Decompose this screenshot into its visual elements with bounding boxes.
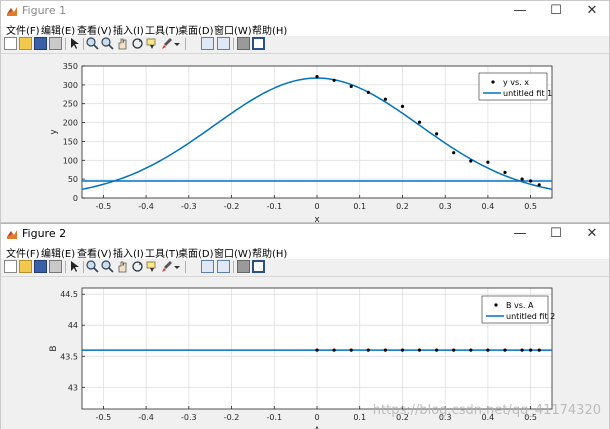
legend-label: untitled fit 1: [503, 89, 552, 98]
x-tick-label: 0.4: [482, 202, 495, 211]
x-tick-label: 0.3: [439, 202, 452, 211]
x-tick-label: -0.4: [138, 413, 154, 422]
data-point: [529, 179, 533, 183]
y-tick-label: 350: [63, 62, 78, 71]
x-tick-label: 0.1: [353, 413, 366, 422]
data-point: [486, 348, 490, 352]
x-tick-label: -0.1: [266, 413, 282, 422]
figure-1-axes[interactable]: -0.5 -0.4 -0.3 -0.2 -0.1 0 0.1 0.2 0.3 0.4 0.5 0 50 1…: [1, 1, 610, 223]
y-tick-label: 0: [73, 194, 78, 203]
data-point: [366, 348, 370, 352]
x-tick-label: -0.3: [181, 202, 197, 211]
data-point: [537, 348, 541, 352]
data-point: [503, 348, 507, 352]
data-point: [315, 75, 319, 79]
x-tick-label: -0.2: [224, 202, 240, 211]
data-point: [383, 348, 387, 352]
watermark: https://blog.csdn.net/qq_41174320: [373, 403, 601, 418]
data-point: [435, 132, 439, 136]
x-tick-label: -0.2: [224, 413, 240, 422]
data-point: [537, 183, 541, 187]
y-tick-label: 44: [68, 321, 78, 330]
x-tick-label: -0.3: [181, 413, 197, 422]
y-tick-label: 150: [63, 137, 78, 146]
data-point: [417, 348, 422, 352]
x-tick-label: 0.1: [353, 202, 366, 211]
y-tick-label: 43.5: [60, 352, 78, 361]
x-tick-label: -0.1: [266, 202, 282, 211]
data-point: [520, 177, 524, 181]
figure-1-window: Figure 1 — ☐ ✕ 文件(F) 编辑(E) 查看(V) 插入(I) 工…: [0, 0, 610, 223]
data-point: [486, 160, 490, 164]
x-tick-label: -0.5: [96, 413, 112, 422]
legend-label: untitled fit 2: [506, 312, 555, 321]
y-tick-label: 43: [68, 383, 78, 392]
data-point: [332, 348, 336, 352]
x-tick-label: 0: [314, 413, 319, 422]
data-point: [349, 348, 353, 352]
data-point: [349, 84, 353, 88]
y-tick-label: 300: [63, 81, 78, 90]
figure-2-window: Figure 2 — ☐ ✕ 文件(F) 编辑(E) 查看(V) 插入(I) 工…: [0, 223, 610, 429]
data-point: [417, 120, 422, 124]
data-point: [503, 170, 507, 174]
data-point: [400, 104, 405, 108]
y-tick-label: 50: [68, 175, 78, 184]
data-point: [383, 97, 387, 101]
x-tick-label: 0.5: [524, 202, 537, 211]
data-point: [366, 90, 370, 94]
data-point: [452, 348, 456, 352]
y-tick-label: 250: [63, 100, 78, 109]
data-point: [435, 348, 439, 352]
x-axis-label: x: [314, 215, 320, 223]
y-axis-label: y: [49, 129, 59, 135]
legend-label: B vs. A: [506, 301, 534, 310]
data-point: [520, 348, 524, 352]
x-tick-label: 0.2: [396, 202, 409, 211]
x-tick-label: -0.5: [96, 202, 112, 211]
y-axis-label: B: [49, 345, 59, 351]
data-point: [452, 151, 456, 155]
legend-marker-points: [494, 303, 498, 307]
y-tick-label: 100: [63, 156, 78, 165]
data-point: [529, 348, 533, 352]
data-point: [400, 348, 405, 352]
y-tick-label: 200: [63, 119, 78, 128]
figure-2-axes[interactable]: -0.5 -0.4 -0.3 -0.2 -0.1 0 0.1 0.2 0.3 0.4 0.54343…: [1, 224, 610, 429]
legend-marker-points: [491, 80, 495, 84]
x-tick-label: 0: [314, 202, 319, 211]
y-tick-label: 44.5: [60, 290, 78, 299]
data-point: [332, 78, 336, 82]
x-tick-label: -0.4: [138, 202, 154, 211]
legend-label: y vs. x: [503, 78, 529, 87]
data-point: [315, 348, 319, 352]
data-point: [469, 159, 473, 163]
data-point: [469, 348, 473, 352]
